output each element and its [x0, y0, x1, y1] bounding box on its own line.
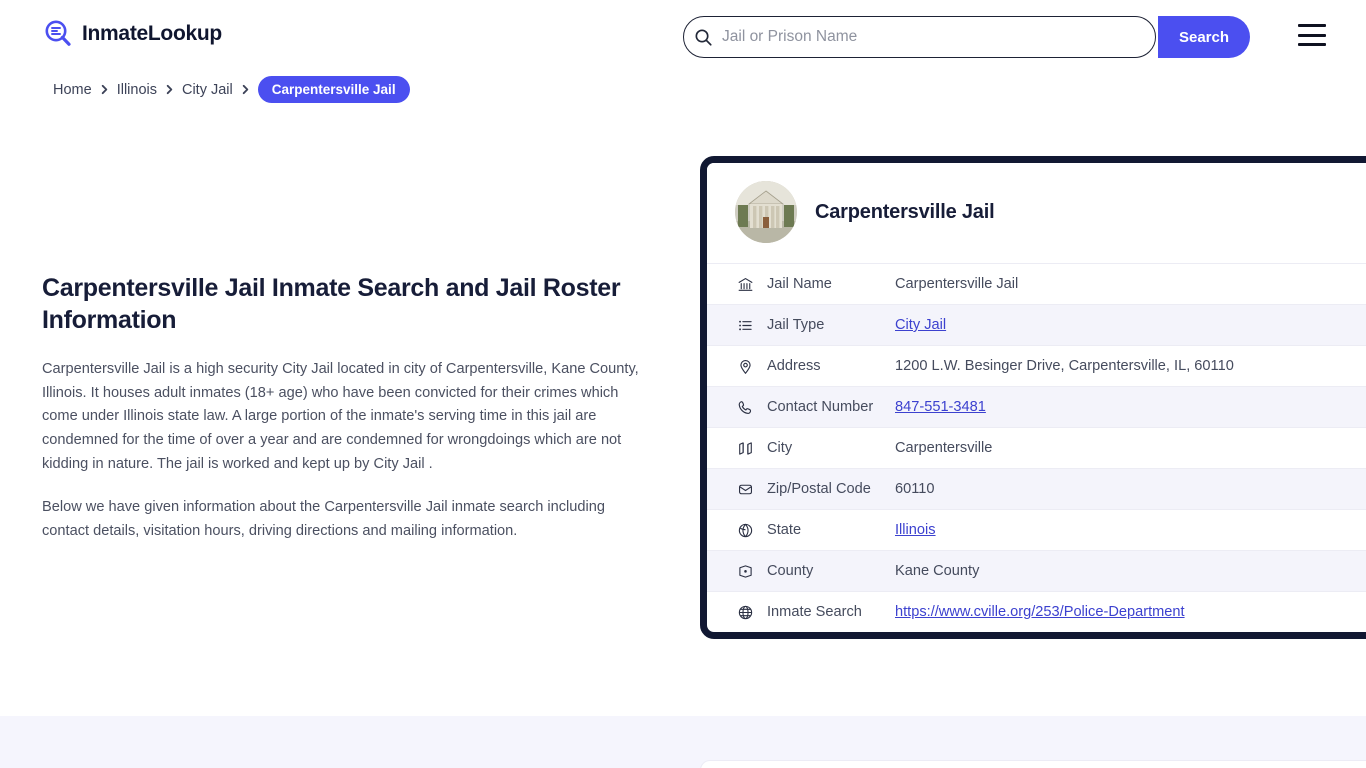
table-row: State Illinois [707, 509, 1366, 550]
table-row: Zip/Postal Code 60110 [707, 468, 1366, 509]
globe-pin-icon [735, 520, 755, 540]
hamburger-bar [1298, 43, 1326, 46]
phone-icon [735, 397, 755, 417]
row-label: Inmate Search [767, 604, 862, 620]
breadcrumb-item-home[interactable]: Home [53, 82, 92, 98]
breadcrumb-item-city-jail[interactable]: City Jail [182, 82, 233, 98]
page-root: InmateLookup Search Home Illinois [0, 0, 1366, 768]
bank-building-icon [735, 274, 755, 294]
row-label: Jail Name [767, 276, 832, 292]
row-value: Carpentersville Jail [895, 276, 1019, 292]
row-value: 60110 [895, 481, 935, 497]
intro-paragraph-2: Below we have given information about th… [42, 499, 605, 539]
row-label: County [767, 563, 814, 579]
globe-icon [735, 602, 755, 622]
search-button[interactable]: Search [1158, 16, 1250, 58]
chevron-right-icon [164, 84, 175, 95]
search-bar[interactable] [683, 16, 1156, 58]
article-column: Carpentersville Jail Inmate Search and J… [42, 272, 642, 543]
table-row: Jail Name Carpentersville Jail [707, 263, 1366, 304]
site-header: InmateLookup Search [0, 0, 1366, 72]
breadcrumb: Home Illinois City Jail Carpentersville … [53, 76, 410, 103]
table-row: Contact Number 847-551-3481 [707, 386, 1366, 427]
row-value-link[interactable]: City Jail [895, 317, 946, 333]
lower-section-card [700, 760, 1366, 768]
jail-info-table: Jail Name Carpentersville Jail Jail Type… [707, 263, 1366, 632]
row-value: Kane County [895, 563, 980, 579]
jail-building-photo [735, 181, 797, 243]
logo[interactable]: InmateLookup [42, 18, 222, 50]
row-value: Carpentersville [895, 440, 993, 456]
intro-paragraph-1: Carpentersville Jail is a high security … [42, 361, 639, 472]
logo-text: InmateLookup [82, 22, 222, 45]
table-row: City Carpentersville [707, 427, 1366, 468]
search-input[interactable] [722, 17, 1155, 57]
county-map-icon [735, 561, 755, 581]
row-value-link[interactable]: 847-551-3481 [895, 399, 986, 415]
row-label: Zip/Postal Code [767, 481, 871, 497]
page-title: Carpentersville Jail Inmate Search and J… [42, 274, 621, 334]
row-label: Address [767, 358, 821, 374]
row-value: 1200 L.W. Besinger Drive, Carpentersvill… [895, 358, 1234, 374]
table-row: Address 1200 L.W. Besinger Drive, Carpen… [707, 345, 1366, 386]
map-icon [735, 438, 755, 458]
row-value-link[interactable]: https://www.cville.org/253/Police-Depart… [895, 604, 1185, 620]
list-icon [735, 315, 755, 335]
table-row: Jail Type City Jail [707, 304, 1366, 345]
table-row: Inmate Search https://www.cville.org/253… [707, 591, 1366, 632]
breadcrumb-item-illinois[interactable]: Illinois [117, 82, 157, 98]
jail-info-card: Carpentersville Jail Jail Name Carpenter… [700, 156, 1366, 639]
hamburger-bar [1298, 24, 1326, 27]
location-pin-icon [735, 356, 755, 376]
envelope-icon [735, 479, 755, 499]
row-label: City [767, 440, 793, 456]
search-icon [684, 28, 722, 47]
chevron-right-icon [240, 84, 251, 95]
breadcrumb-current: Carpentersville Jail [257, 76, 410, 103]
row-label: State [767, 522, 802, 538]
table-row: County Kane County [707, 550, 1366, 591]
chevron-right-icon [99, 84, 110, 95]
row-value-link[interactable]: Illinois [895, 522, 936, 538]
hamburger-menu-icon[interactable] [1298, 24, 1326, 46]
row-label: Contact Number [767, 399, 874, 415]
jail-info-card-title: Carpentersville Jail [815, 200, 995, 223]
hamburger-bar [1298, 33, 1326, 37]
jail-info-card-header: Carpentersville Jail [707, 163, 1366, 263]
row-label: Jail Type [767, 317, 825, 333]
search-list-logo-icon [42, 18, 74, 50]
